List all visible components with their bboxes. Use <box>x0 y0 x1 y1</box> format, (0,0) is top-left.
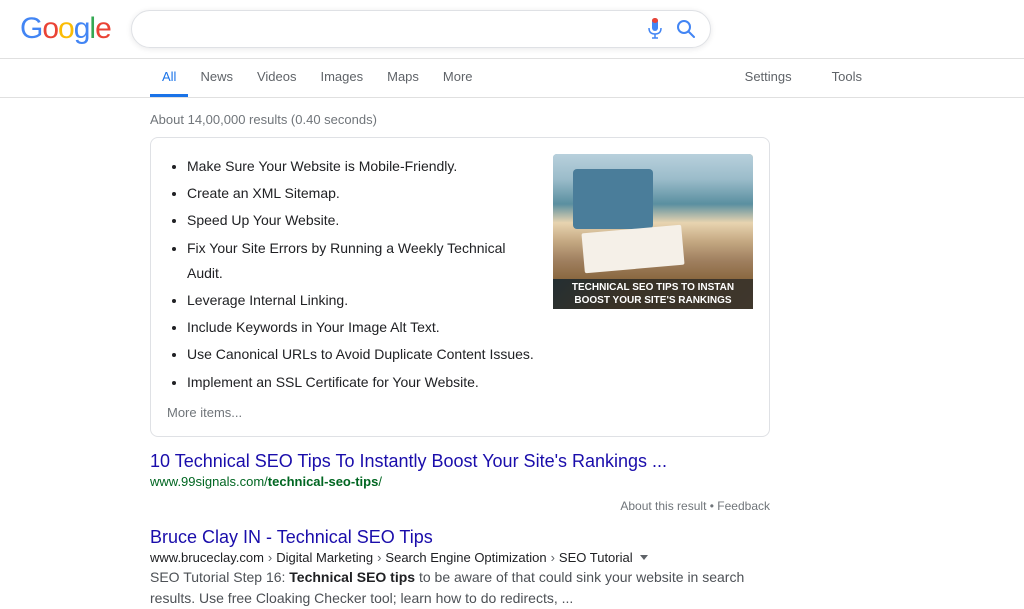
list-item: Leverage Internal Linking. <box>187 288 537 313</box>
result-url-suffix: / <box>378 474 382 489</box>
result-url-prefix: www.99signals.com/ <box>150 474 268 489</box>
breadcrumb-separator: › <box>551 550 555 565</box>
search-bar[interactable]: technical seo tips <box>131 10 711 48</box>
list-item: Fix Your Site Errors by Running a Weekly… <box>187 236 537 286</box>
search-input[interactable]: technical seo tips <box>146 20 646 38</box>
snippet-content: Make Sure Your Website is Mobile-Friendl… <box>167 154 537 420</box>
nav-tabs: All News Videos Images Maps More Setting… <box>0 59 1024 98</box>
list-item: Create an XML Sitemap. <box>187 181 537 206</box>
tab-maps[interactable]: Maps <box>375 59 431 97</box>
dropdown-arrow-icon[interactable] <box>640 555 648 560</box>
nav-tabs-right: Settings Tools <box>733 59 874 97</box>
second-result-description: SEO Tutorial Step 16: Technical SEO tips… <box>150 567 750 609</box>
more-items-link[interactable]: More items... <box>167 405 537 420</box>
tab-images[interactable]: Images <box>308 59 375 97</box>
about-row: About this result • Feedback <box>150 495 770 517</box>
logo-letter-o2: o <box>58 12 74 45</box>
second-result: Bruce Clay IN - Technical SEO Tips www.b… <box>150 517 750 609</box>
search-icons <box>646 17 696 41</box>
image-caption: TECHNICAL SEO TIPS TO INSTAN BOOST YOUR … <box>553 279 753 309</box>
breadcrumb-2: Search Engine Optimization <box>385 550 546 565</box>
list-item: Speed Up Your Website. <box>187 208 537 233</box>
second-result-url: www.bruceclay.com <box>150 550 264 565</box>
list-item: Use Canonical URLs to Avoid Duplicate Co… <box>187 342 537 367</box>
logo-letter-e: e <box>95 12 111 45</box>
snippet-result-link-area: 10 Technical SEO Tips To Instantly Boost… <box>150 447 770 495</box>
second-result-site-info: www.bruceclay.com › Digital Marketing › … <box>150 550 750 565</box>
snippet-result-url: www.99signals.com/technical-seo-tips/ <box>150 474 770 489</box>
tab-more[interactable]: More <box>431 59 485 97</box>
breadcrumb-1: Digital Marketing <box>276 550 373 565</box>
breadcrumb-3: SEO Tutorial <box>559 550 633 565</box>
second-result-title[interactable]: Bruce Clay IN - Technical SEO Tips <box>150 527 750 548</box>
snippet-result-title[interactable]: 10 Technical SEO Tips To Instantly Boost… <box>150 451 770 472</box>
logo-letter-g2: g <box>74 12 90 45</box>
tab-settings[interactable]: Settings <box>733 59 804 97</box>
logo-letter-g: G <box>20 12 42 45</box>
search-button-icon[interactable] <box>676 19 696 39</box>
list-item: Implement an SSL Certificate for Your We… <box>187 370 537 395</box>
microphone-icon[interactable] <box>646 17 664 41</box>
snippet-list: Make Sure Your Website is Mobile-Friendl… <box>167 154 537 395</box>
results-area: About 14,00,000 results (0.40 seconds) M… <box>0 98 1024 609</box>
tab-news[interactable]: News <box>188 59 245 97</box>
feedback-text[interactable]: Feedback <box>717 499 770 513</box>
about-text[interactable]: About this result <box>620 499 706 513</box>
tab-tools[interactable]: Tools <box>820 59 874 97</box>
google-logo: Google <box>20 12 111 46</box>
tab-all[interactable]: All <box>150 59 188 97</box>
result-url-bold: technical-seo-tips <box>268 474 379 489</box>
list-item: Include Keywords in Your Image Alt Text. <box>187 315 537 340</box>
results-count: About 14,00,000 results (0.40 seconds) <box>150 104 1024 137</box>
snippet-image: TECHNICAL SEO TIPS TO INSTAN BOOST YOUR … <box>553 154 753 420</box>
logo-letter-o1: o <box>42 12 58 45</box>
image-person <box>553 154 753 279</box>
featured-snippet: Make Sure Your Website is Mobile-Friendl… <box>150 137 770 437</box>
nav-tabs-left: All News Videos Images Maps More <box>150 59 733 97</box>
tab-videos[interactable]: Videos <box>245 59 309 97</box>
header: Google technical seo tips <box>0 0 1024 59</box>
breadcrumb-separator: › <box>377 550 381 565</box>
list-item: Make Sure Your Website is Mobile-Friendl… <box>187 154 537 179</box>
image-placeholder: TECHNICAL SEO TIPS TO INSTAN BOOST YOUR … <box>553 154 753 309</box>
breadcrumb-separator: › <box>268 550 272 565</box>
about-dot: • <box>710 499 714 513</box>
